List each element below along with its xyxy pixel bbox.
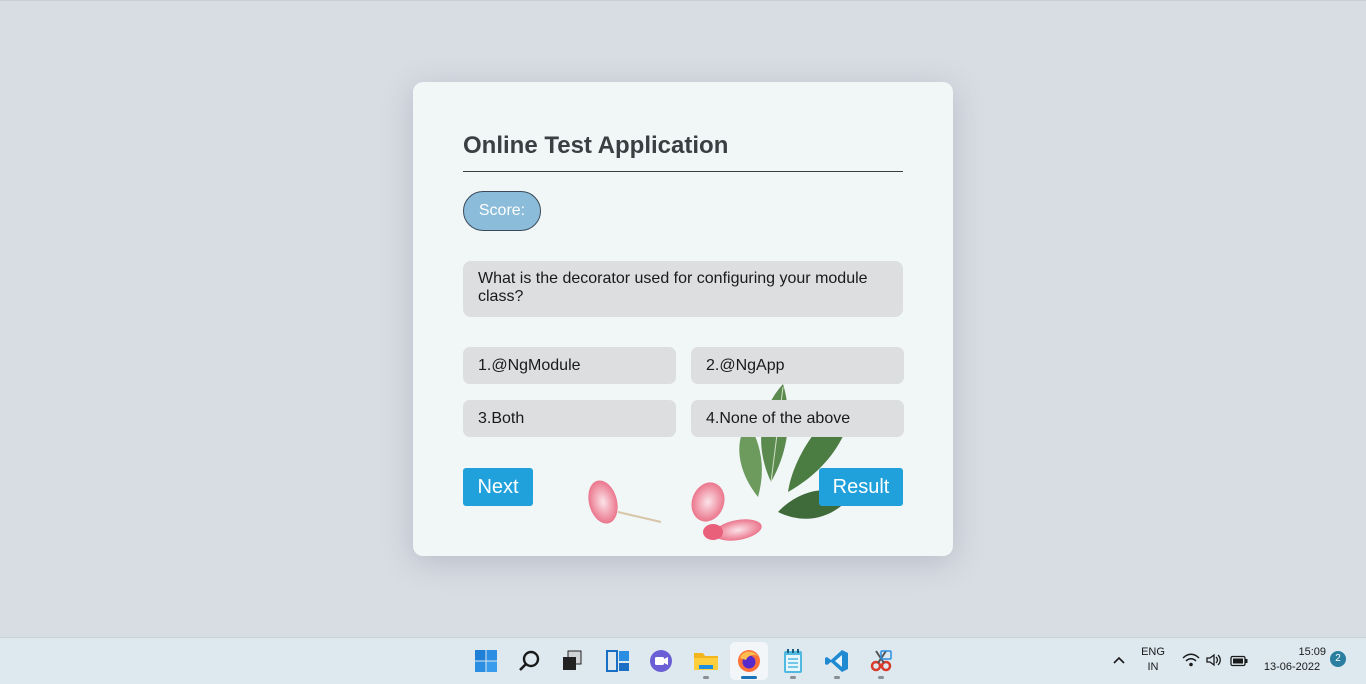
file-explorer-icon[interactable] (687, 642, 725, 680)
clock-date: 13-06-2022 (1263, 661, 1321, 673)
widgets-icon[interactable] (599, 642, 637, 680)
score-badge: Score: (463, 191, 541, 231)
next-button[interactable]: Next (463, 468, 533, 506)
wifi-icon[interactable] (1182, 653, 1200, 672)
option-1[interactable]: 1.@NgModule (463, 347, 676, 384)
option-3[interactable]: 3.Both (463, 400, 676, 437)
clock-time: 15:09 (1298, 646, 1326, 658)
volume-icon[interactable] (1206, 653, 1222, 672)
teams-chat-icon[interactable] (642, 642, 680, 680)
snipping-tool-icon[interactable] (862, 642, 900, 680)
option-2[interactable]: 2.@NgApp (691, 347, 904, 384)
notepad-icon[interactable] (774, 642, 812, 680)
chevron-up-icon[interactable] (1111, 652, 1127, 668)
windows-start-icon[interactable] (467, 642, 505, 680)
region-label: IN (1147, 661, 1159, 673)
language-indicator[interactable]: ENG IN (1138, 646, 1168, 673)
firefox-icon[interactable] (730, 642, 768, 680)
taskbar: ENG IN 15:09 13-06-2022 (0, 637, 1366, 684)
notification-badge[interactable]: 2 (1330, 651, 1346, 667)
clock[interactable]: 15:09 13-06-2022 (1258, 646, 1326, 673)
result-button[interactable]: Result (819, 468, 903, 506)
search-icon[interactable] (511, 642, 549, 680)
task-view-icon[interactable] (553, 642, 591, 680)
vscode-icon[interactable] (818, 642, 856, 680)
page-title: Online Test Application (463, 132, 903, 172)
quiz-card: Online Test Application Score: What is t… (413, 82, 953, 556)
battery-icon[interactable] (1230, 654, 1248, 672)
question-text: What is the decorator used for configuri… (463, 261, 903, 317)
language-label: ENG (1141, 646, 1165, 658)
option-4[interactable]: 4.None of the above (691, 400, 904, 437)
